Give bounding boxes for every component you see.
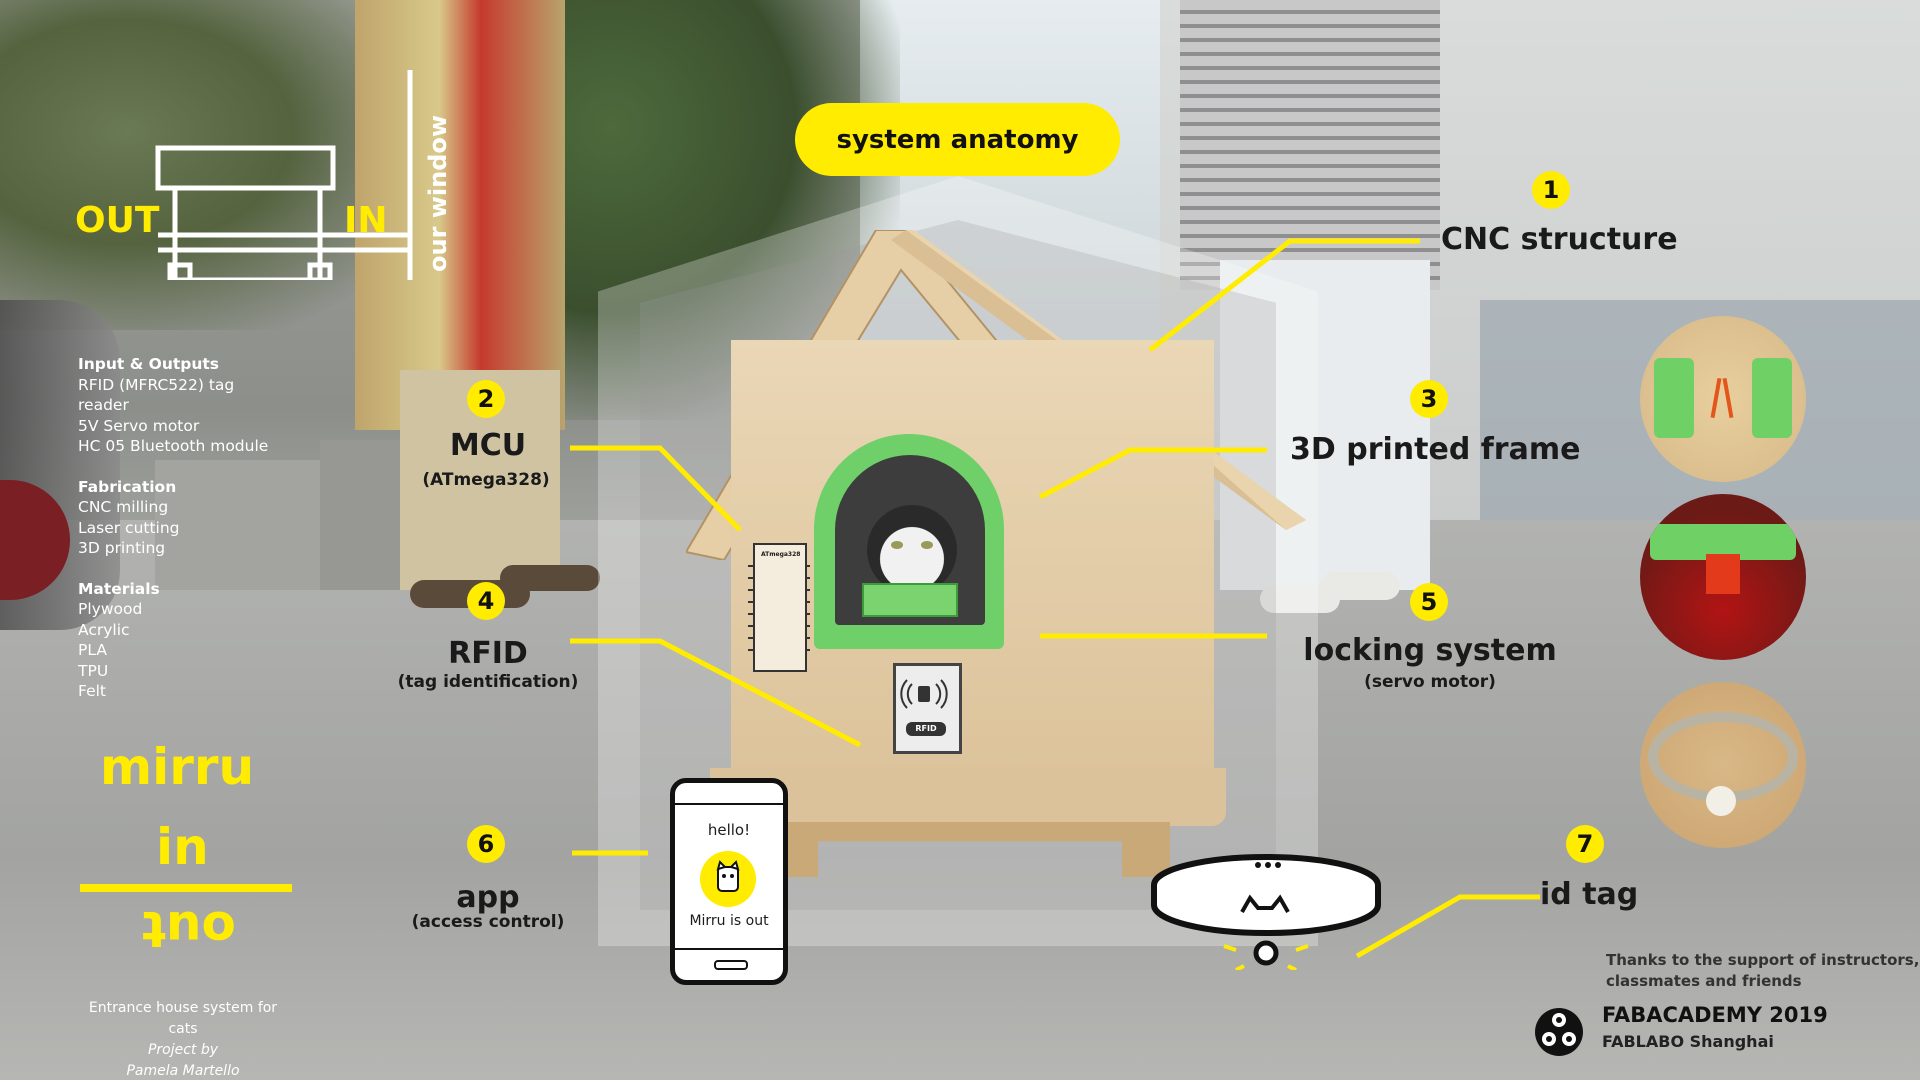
component-number-5: 5 — [1410, 583, 1448, 621]
credit-line-3: Pamela Martello — [126, 1063, 240, 1079]
spec-item: Laser cutting — [78, 518, 180, 537]
spec-item: Felt — [78, 682, 106, 700]
fabacademy-title: FABACADEMY 2019 — [1602, 1003, 1828, 1027]
spec-item: PLA — [78, 641, 107, 659]
fablab-name: FABLABO Shanghai — [1602, 1032, 1774, 1051]
leader-line-3 — [1038, 447, 1267, 500]
brand-divider — [80, 884, 292, 892]
credit: Entrance house system for cats Project b… — [78, 998, 288, 1082]
thanks-line-2: classmates and friends — [1606, 972, 1802, 990]
spec-item: Plywood — [78, 600, 143, 618]
spec-item: 3D printing — [78, 539, 166, 557]
collar-photo — [1640, 682, 1806, 848]
window-in-label: IN — [344, 200, 388, 241]
component-label-6: app — [456, 880, 520, 915]
brand-out: out — [142, 900, 236, 958]
component-number-4: 4 — [467, 582, 505, 620]
spec-item: 5V Servo motor — [78, 416, 200, 435]
leader-line-1 — [1148, 238, 1420, 352]
leader-line-4 — [570, 638, 862, 748]
installed-frame-photo — [1640, 494, 1806, 660]
inputs-heading: Input & Outputs — [78, 355, 220, 373]
page-title: system anatomy — [795, 103, 1120, 176]
component-label-4: RFID — [448, 636, 528, 671]
component-label-2: MCU — [449, 428, 527, 463]
component-label-3: 3D printed frame — [1290, 432, 1581, 467]
component-number-6: 6 — [467, 825, 505, 863]
fabacademy-logo-icon — [1535, 1008, 1583, 1056]
specs-panel: Input & Outputs RFID (MFRC522) tag reade… — [78, 354, 288, 702]
window-out-label: OUT — [75, 200, 160, 241]
component-sub-5: (servo motor) — [1364, 672, 1496, 692]
phone-home-button — [714, 960, 748, 970]
component-number-7: 7 — [1566, 825, 1604, 863]
credit-line-1: Entrance house system for cats — [88, 1000, 278, 1037]
brand-in: in — [156, 818, 209, 876]
collar-icon — [1151, 854, 1381, 970]
component-label-5: locking system — [1303, 633, 1557, 668]
component-number-3: 3 — [1410, 380, 1448, 418]
component-number-2: 2 — [467, 380, 505, 418]
phone-status: Mirru is out — [689, 913, 769, 929]
smartphone-icon: hello! Mirru is out — [670, 778, 788, 985]
brand-mirru: mirru — [100, 738, 255, 796]
thanks-note: Thanks to the support of instructors, cl… — [1606, 950, 1919, 992]
phone-greeting: hello! — [707, 821, 751, 839]
credit-line-2: Project by — [147, 1042, 219, 1058]
component-sub-6: (access control) — [411, 912, 565, 932]
spec-item: RFID (MFRC522) tag reader — [78, 375, 235, 415]
window-diagram-icon — [155, 70, 413, 280]
materials-heading: Materials — [78, 579, 160, 598]
thanks-line-1: Thanks to the support of instructors, — [1606, 951, 1920, 969]
window-side-label: our window — [424, 114, 452, 272]
component-sub-2: (ATmega328) — [422, 470, 550, 490]
spec-item: TPU — [78, 661, 109, 680]
spec-item: HC 05 Bluetooth module — [78, 437, 269, 455]
component-label-1: CNC structure — [1441, 222, 1678, 257]
component-sub-4: (tag identification) — [397, 672, 579, 692]
spec-item: CNC milling — [78, 498, 169, 516]
spec-item: Acrylic — [78, 620, 130, 639]
frame-parts-photo — [1640, 316, 1806, 482]
leader-line-2 — [570, 445, 742, 532]
cat-avatar-icon — [700, 851, 756, 907]
fabrication-heading: Fabrication — [78, 477, 177, 496]
component-label-7: id tag — [1540, 877, 1639, 912]
component-number-1: 1 — [1532, 171, 1570, 209]
